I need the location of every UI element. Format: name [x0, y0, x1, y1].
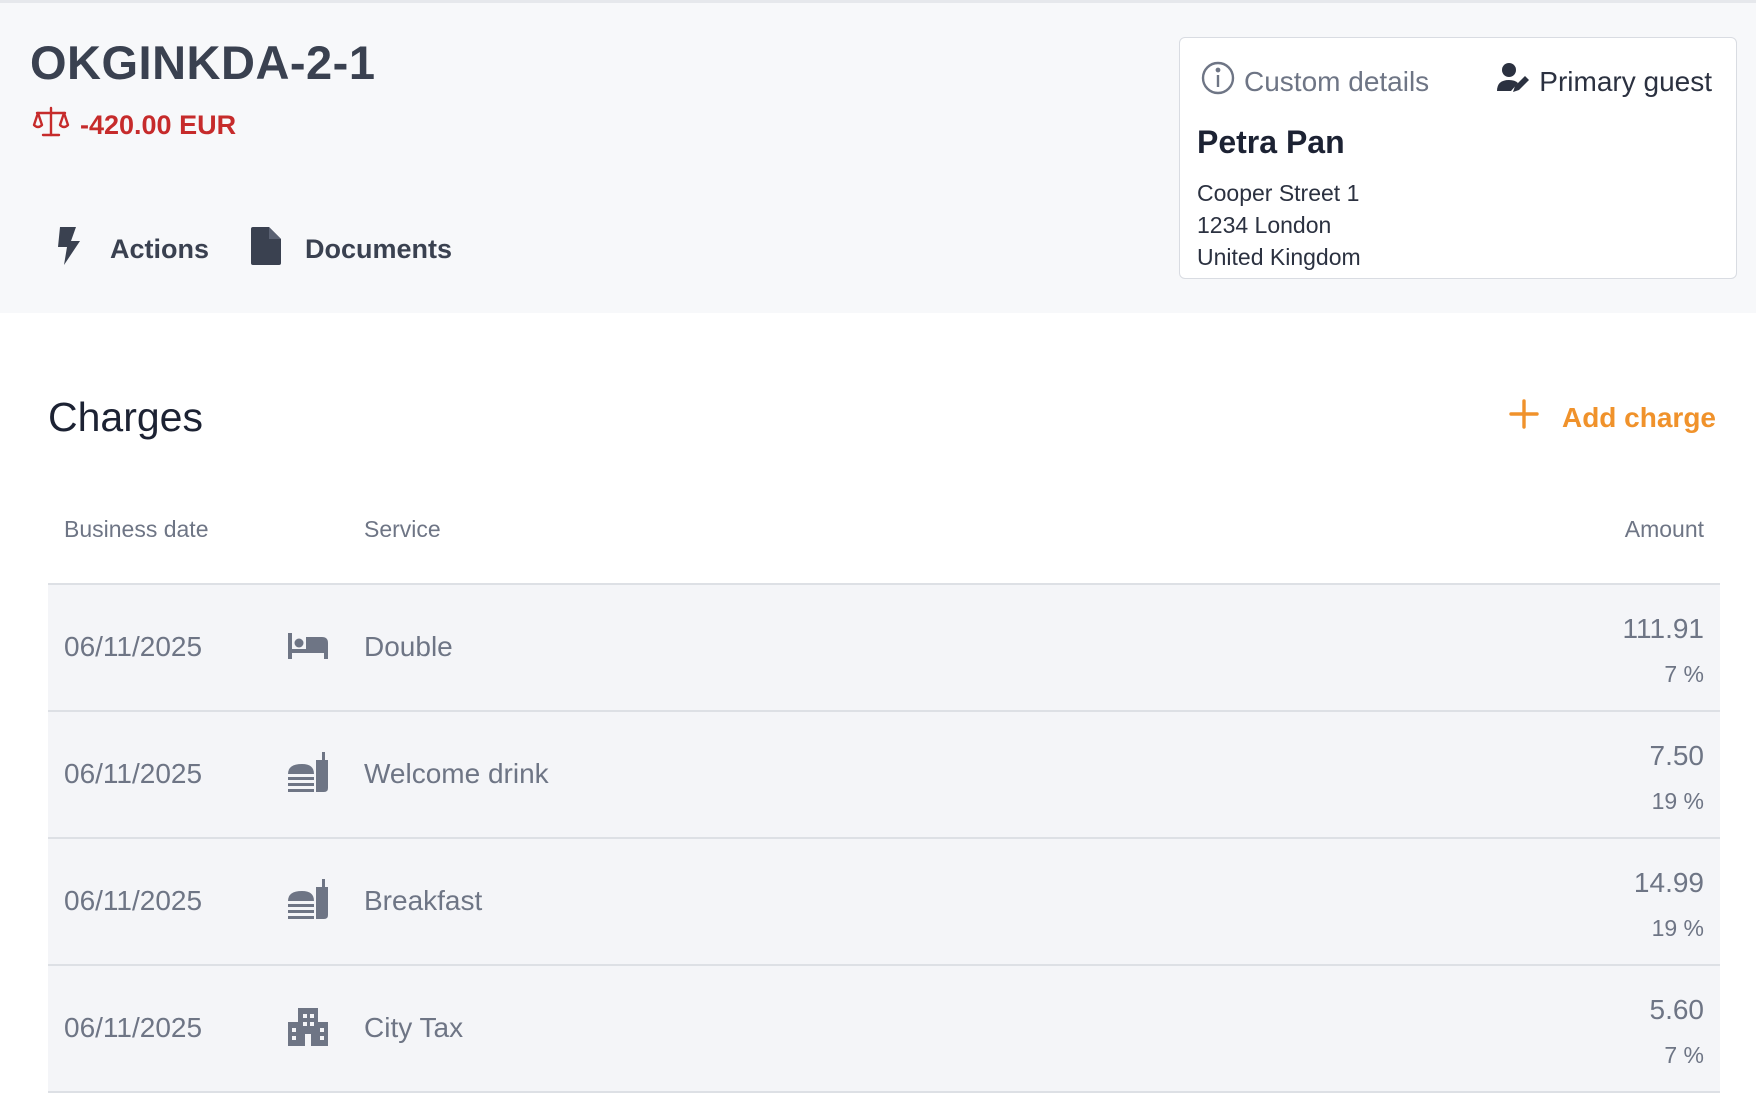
charge-service: Breakfast	[364, 885, 483, 916]
info-icon	[1200, 60, 1236, 103]
guest-card-top: Custom details Primary guest	[1200, 60, 1712, 103]
add-charge-label: Add charge	[1561, 401, 1716, 433]
documents-button[interactable]: Documents	[247, 225, 452, 274]
scale-icon	[32, 105, 70, 146]
charge-amount: 14.99	[1633, 867, 1704, 898]
charge-service: Welcome drink	[364, 758, 549, 789]
table-header: Business date Service Amount	[48, 500, 1720, 585]
bed-icon	[284, 621, 332, 669]
charge-service: City Tax	[364, 1012, 464, 1043]
column-header-service[interactable]: Service	[364, 516, 441, 543]
city-icon	[284, 1002, 332, 1050]
custom-details-link[interactable]: Custom details	[1200, 60, 1429, 103]
folio-title: OKGINKDA-2-1	[30, 36, 376, 89]
actions-button[interactable]: Actions	[52, 225, 209, 274]
lightning-icon	[52, 225, 88, 274]
column-header-amount[interactable]: Amount	[1625, 516, 1704, 543]
charges-table: Business date Service Amount 06/11/2025 …	[48, 500, 1720, 1093]
guest-address-line1: Cooper Street 1	[1197, 180, 1360, 206]
balance-amount: -420.00 EUR	[80, 110, 237, 140]
document-icon	[247, 225, 283, 274]
charge-amount: 111.91	[1622, 613, 1704, 644]
charge-date: 06/11/2025	[64, 885, 203, 916]
charge-amount: 5.60	[1649, 994, 1705, 1025]
food-icon	[284, 748, 332, 796]
charge-service: Double	[364, 631, 453, 662]
guest-card: Custom details Primary guest Petra Pan C…	[1179, 37, 1737, 279]
column-header-business-date[interactable]: Business date	[64, 516, 208, 543]
table-row[interactable]: 06/11/2025 Welcome drink 7.50 19 %	[48, 712, 1720, 839]
charge-amount: 7.50	[1649, 740, 1705, 771]
charge-vat: 7 %	[1664, 1042, 1704, 1068]
header-actions: Actions Documents	[52, 225, 490, 274]
charge-vat: 19 %	[1651, 788, 1704, 814]
charge-date: 06/11/2025	[64, 631, 203, 662]
guest-address-line2: 1234 London	[1197, 212, 1332, 238]
actions-label: Actions	[110, 234, 210, 264]
table-row[interactable]: 06/11/2025 Double 111.91 7 %	[48, 585, 1720, 712]
primary-guest-label: Primary guest	[1539, 65, 1712, 97]
primary-guest-link[interactable]: Primary guest	[1495, 61, 1712, 102]
charge-vat: 7 %	[1664, 661, 1704, 687]
charge-date: 06/11/2025	[64, 1012, 203, 1043]
add-charge-button[interactable]: Add charge	[1508, 398, 1716, 437]
custom-details-label: Custom details	[1244, 65, 1430, 97]
guest-country: United Kingdom	[1197, 244, 1361, 270]
plus-icon	[1508, 398, 1540, 437]
guest-name: Petra Pan	[1197, 124, 1345, 160]
table-row[interactable]: 06/11/2025 Breakfast 14.99 19 %	[48, 839, 1720, 966]
user-edit-icon	[1495, 61, 1531, 102]
food-icon	[284, 875, 332, 923]
folio-balance: -420.00 EUR	[32, 105, 236, 146]
table-row[interactable]: 06/11/2025 City Tax 5.60 7 %	[48, 966, 1720, 1093]
charge-vat: 19 %	[1651, 915, 1704, 941]
documents-label: Documents	[305, 234, 453, 264]
charge-date: 06/11/2025	[64, 758, 203, 789]
charges-title: Charges	[48, 394, 203, 440]
